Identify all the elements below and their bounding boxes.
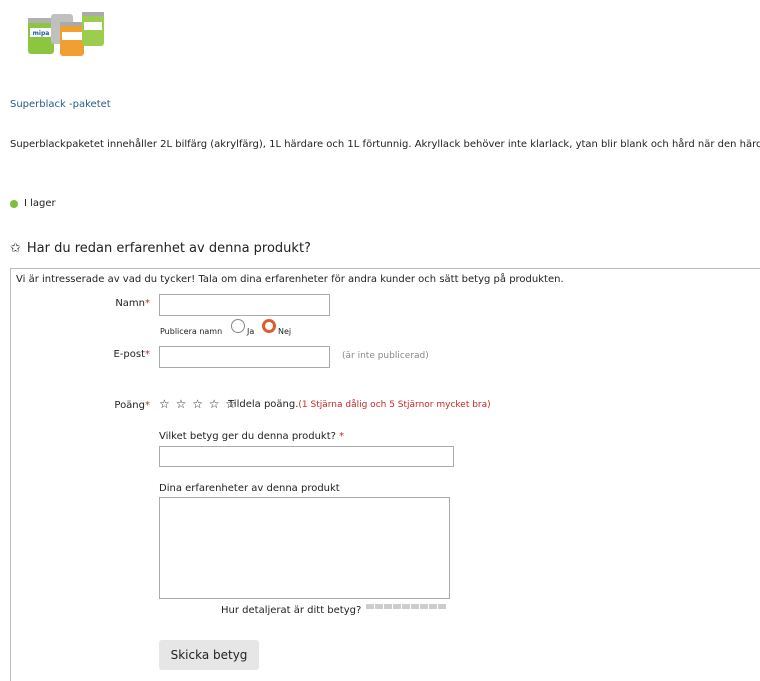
detail-meter-segment <box>402 604 410 609</box>
product-image-text: mipa <box>33 30 50 37</box>
rate-text: Tildela poäng. <box>228 399 299 410</box>
detail-meter <box>366 604 446 609</box>
publish-name-label: Publicera namn <box>160 327 223 336</box>
experience-label: Dina erfarenheter av denna produkt <box>159 483 340 494</box>
email-input[interactable] <box>159 346 330 368</box>
rating-stars[interactable]: ☆ ☆ ☆ ☆ ☆ <box>159 397 237 411</box>
detail-meter-segment <box>384 604 392 609</box>
detail-meter-segment <box>393 604 401 609</box>
experience-textarea[interactable] <box>159 497 450 599</box>
email-label-text: E-post <box>113 349 145 360</box>
email-note: (är inte publicerad) <box>342 351 429 361</box>
rate-hint: (1 Stjärna dålig och 5 Stjärnor mycket b… <box>298 400 491 410</box>
points-required-mark: * <box>145 400 150 411</box>
review-intro: Vi är intresserade av vad du tycker! Tal… <box>16 274 564 285</box>
detail-meter-segment <box>411 604 419 609</box>
points-label-text: Poäng <box>114 400 145 411</box>
name-label-text: Namn <box>115 298 145 309</box>
detail-meter-segment <box>438 604 446 609</box>
points-label: Poäng* <box>90 400 150 411</box>
stock-label: I lager <box>24 198 56 209</box>
review-form-panel <box>10 268 760 681</box>
publish-yes-label: Ja <box>247 327 255 336</box>
publish-yes-radio[interactable] <box>231 319 245 333</box>
product-link[interactable]: Superblack -paketet <box>10 99 111 110</box>
grade-question-label: Vilket betyg ger du denna produkt? * <box>159 431 344 442</box>
stock-status: I lager <box>10 198 56 209</box>
name-label: Namn* <box>90 298 150 309</box>
email-label: E-post* <box>90 349 150 360</box>
detail-meter-segment <box>429 604 437 609</box>
email-required-mark: * <box>145 349 150 360</box>
grade-question-text: Vilket betyg ger du denna produkt? <box>159 431 336 442</box>
name-input[interactable] <box>159 294 330 316</box>
detail-label: Hur detaljerat är ditt betyg? <box>221 605 362 616</box>
name-required-mark: * <box>145 298 150 309</box>
submit-review-button[interactable]: Skicka betyg <box>159 640 259 670</box>
rating-text: Tildela poäng.(1 Stjärna dålig och 5 Stj… <box>228 399 491 410</box>
review-heading-text: Har du redan erfarenhet av denna produkt… <box>26 241 311 256</box>
review-heading: ✩ Har du redan erfarenhet av denna produ… <box>10 241 311 256</box>
detail-meter-segment <box>366 604 374 609</box>
product-image: mipa <box>28 12 104 56</box>
grade-title-input[interactable] <box>159 446 454 467</box>
publish-no-radio[interactable] <box>262 319 276 333</box>
detail-meter-segment <box>420 604 428 609</box>
publish-no-label: Nej <box>278 327 292 336</box>
product-description: Superblackpaketet innehåller 2L bilfärg … <box>10 139 760 150</box>
grade-required-mark: * <box>339 431 345 442</box>
stock-dot-icon <box>10 199 18 208</box>
detail-meter-segment <box>375 604 383 609</box>
star-outline-icon: ✩ <box>10 241 21 256</box>
